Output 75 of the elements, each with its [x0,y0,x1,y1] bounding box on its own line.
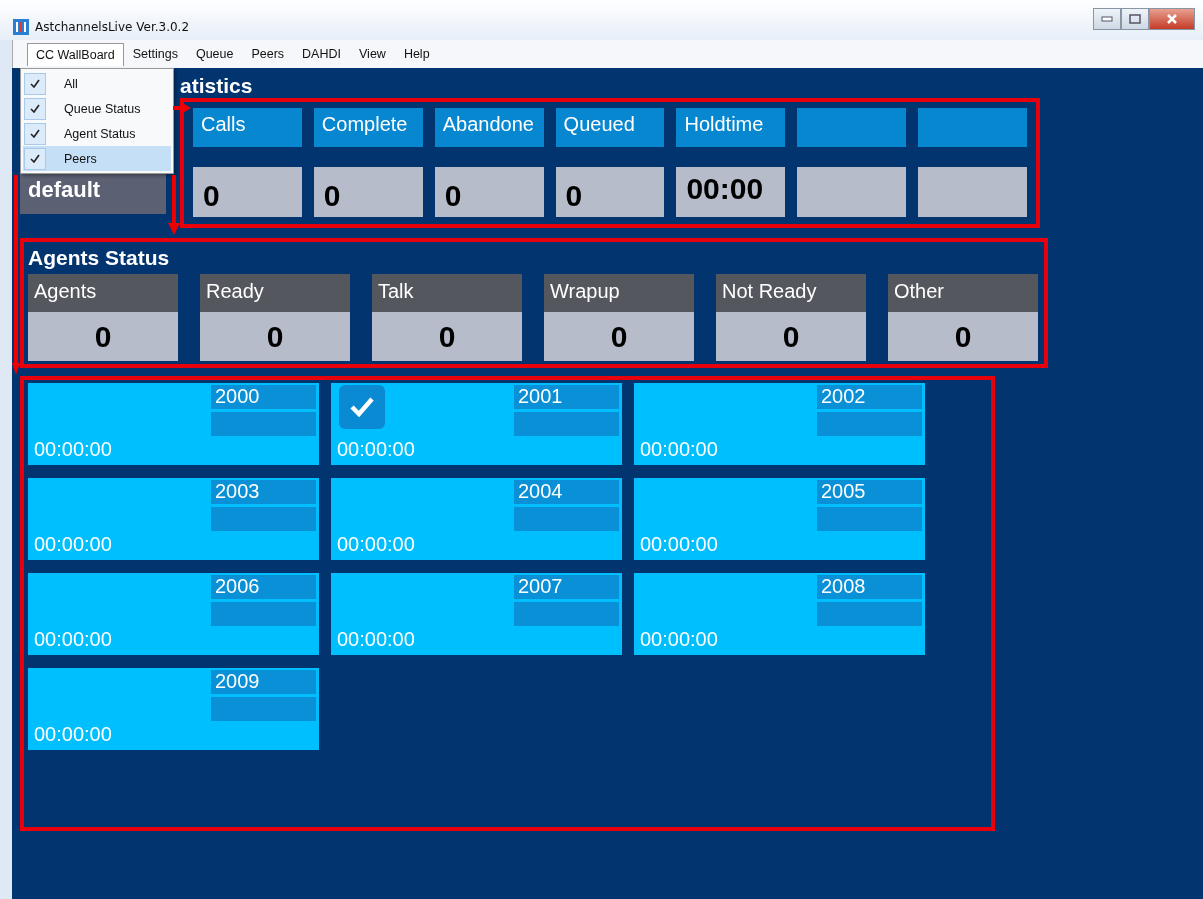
agent-stat-header: Other [888,274,1038,312]
peer-tile[interactable]: 2003 00:00:00 [28,478,319,560]
extension-number: 2003 [211,480,316,504]
extension-number: 2001 [514,385,619,409]
extension-number: 2008 [817,575,922,599]
agent-stat-value: 0 [716,312,866,361]
stat-header: Queued [555,108,665,147]
peer-timer: 00:00:00 [34,723,112,746]
window-title: AstchannelsLive Ver.3.0.2 [35,20,190,34]
agent-stat-header: Talk [372,274,522,312]
agent-stat-value: 0 [372,312,522,361]
menu-entry[interactable]: Queue Status [23,96,171,121]
peer-tile[interactable]: 2005 00:00:00 [634,478,925,560]
maximize-button[interactable] [1121,8,1149,30]
extension-number: 2004 [514,480,619,504]
stat-value: 0 [434,167,544,217]
menu-entry[interactable]: Agent Status [23,121,171,146]
peer-tile[interactable]: 2001 00:00:00 [331,383,622,465]
stat-value: 0 [313,167,423,217]
agent-stat-header: Ready [200,274,350,312]
stat-value: 0 [193,167,302,217]
stat-value: 00:00 [676,167,786,217]
extension-number: 2000 [211,385,316,409]
peer-tile[interactable]: 2007 00:00:00 [331,573,622,655]
peer-tile[interactable]: 2000 00:00:00 [28,383,319,465]
menu-entry[interactable]: All [23,71,171,96]
peer-tile[interactable]: 2004 00:00:00 [331,478,622,560]
stat-value: 0 [555,167,665,217]
agent-stat-header: Not Ready [716,274,866,312]
menu-item[interactable]: Queue [186,42,243,66]
peer-timer: 00:00:00 [640,533,718,556]
peer-timer: 00:00:00 [640,438,718,461]
peer-timer: 00:00:00 [34,628,112,651]
annotation-arrow [173,102,191,114]
peer-tile[interactable]: 2006 00:00:00 [28,573,319,655]
stat-header: Holdtime [676,108,786,147]
menu-item[interactable]: Peers [242,42,294,66]
agent-stat-header: Agents [28,274,178,312]
annotation-arrow [168,175,180,235]
stat-header: Complete [313,108,423,147]
stat-header: Calls [193,108,302,147]
peer-timer: 00:00:00 [34,533,112,556]
peer-timer: 00:00:00 [34,438,112,461]
menu-item[interactable]: DAHDI [293,42,350,66]
menu-item[interactable]: View [350,42,395,66]
maximize-icon [1129,14,1141,24]
peer-timer: 00:00:00 [640,628,718,651]
app-icon [13,19,29,35]
peer-tile[interactable]: 2002 00:00:00 [634,383,925,465]
peer-tile[interactable]: 2008 00:00:00 [634,573,925,655]
peer-timer: 00:00:00 [337,533,415,556]
agent-stat-value: 0 [28,312,178,361]
agent-stat-value: 0 [544,312,694,361]
agent-stat-value: 0 [888,312,1038,361]
close-icon [1166,14,1178,24]
minimize-button[interactable] [1093,8,1121,30]
peer-tile[interactable]: 2009 00:00:00 [28,668,319,750]
menu-item[interactable]: Help [394,42,439,66]
extension-number: 2002 [817,385,922,409]
extension-number: 2009 [211,670,316,694]
extension-number: 2007 [514,575,619,599]
agent-stat-value: 0 [200,312,350,361]
extension-number: 2005 [817,480,922,504]
close-button[interactable] [1149,8,1195,30]
extension-number: 2006 [211,575,316,599]
stat-header: Abandone [434,108,544,147]
menu-item[interactable]: CC WallBoard [27,42,124,66]
menu-entry[interactable]: Peers [23,146,171,171]
peer-timer: 00:00:00 [337,628,415,651]
section-title: atistics [180,74,254,98]
section-title: Agents Status [28,246,171,270]
minimize-icon [1101,16,1113,22]
menu-item[interactable]: Settings [123,42,187,66]
agent-stat-header: Wrapup [544,274,694,312]
peer-timer: 00:00:00 [337,438,415,461]
